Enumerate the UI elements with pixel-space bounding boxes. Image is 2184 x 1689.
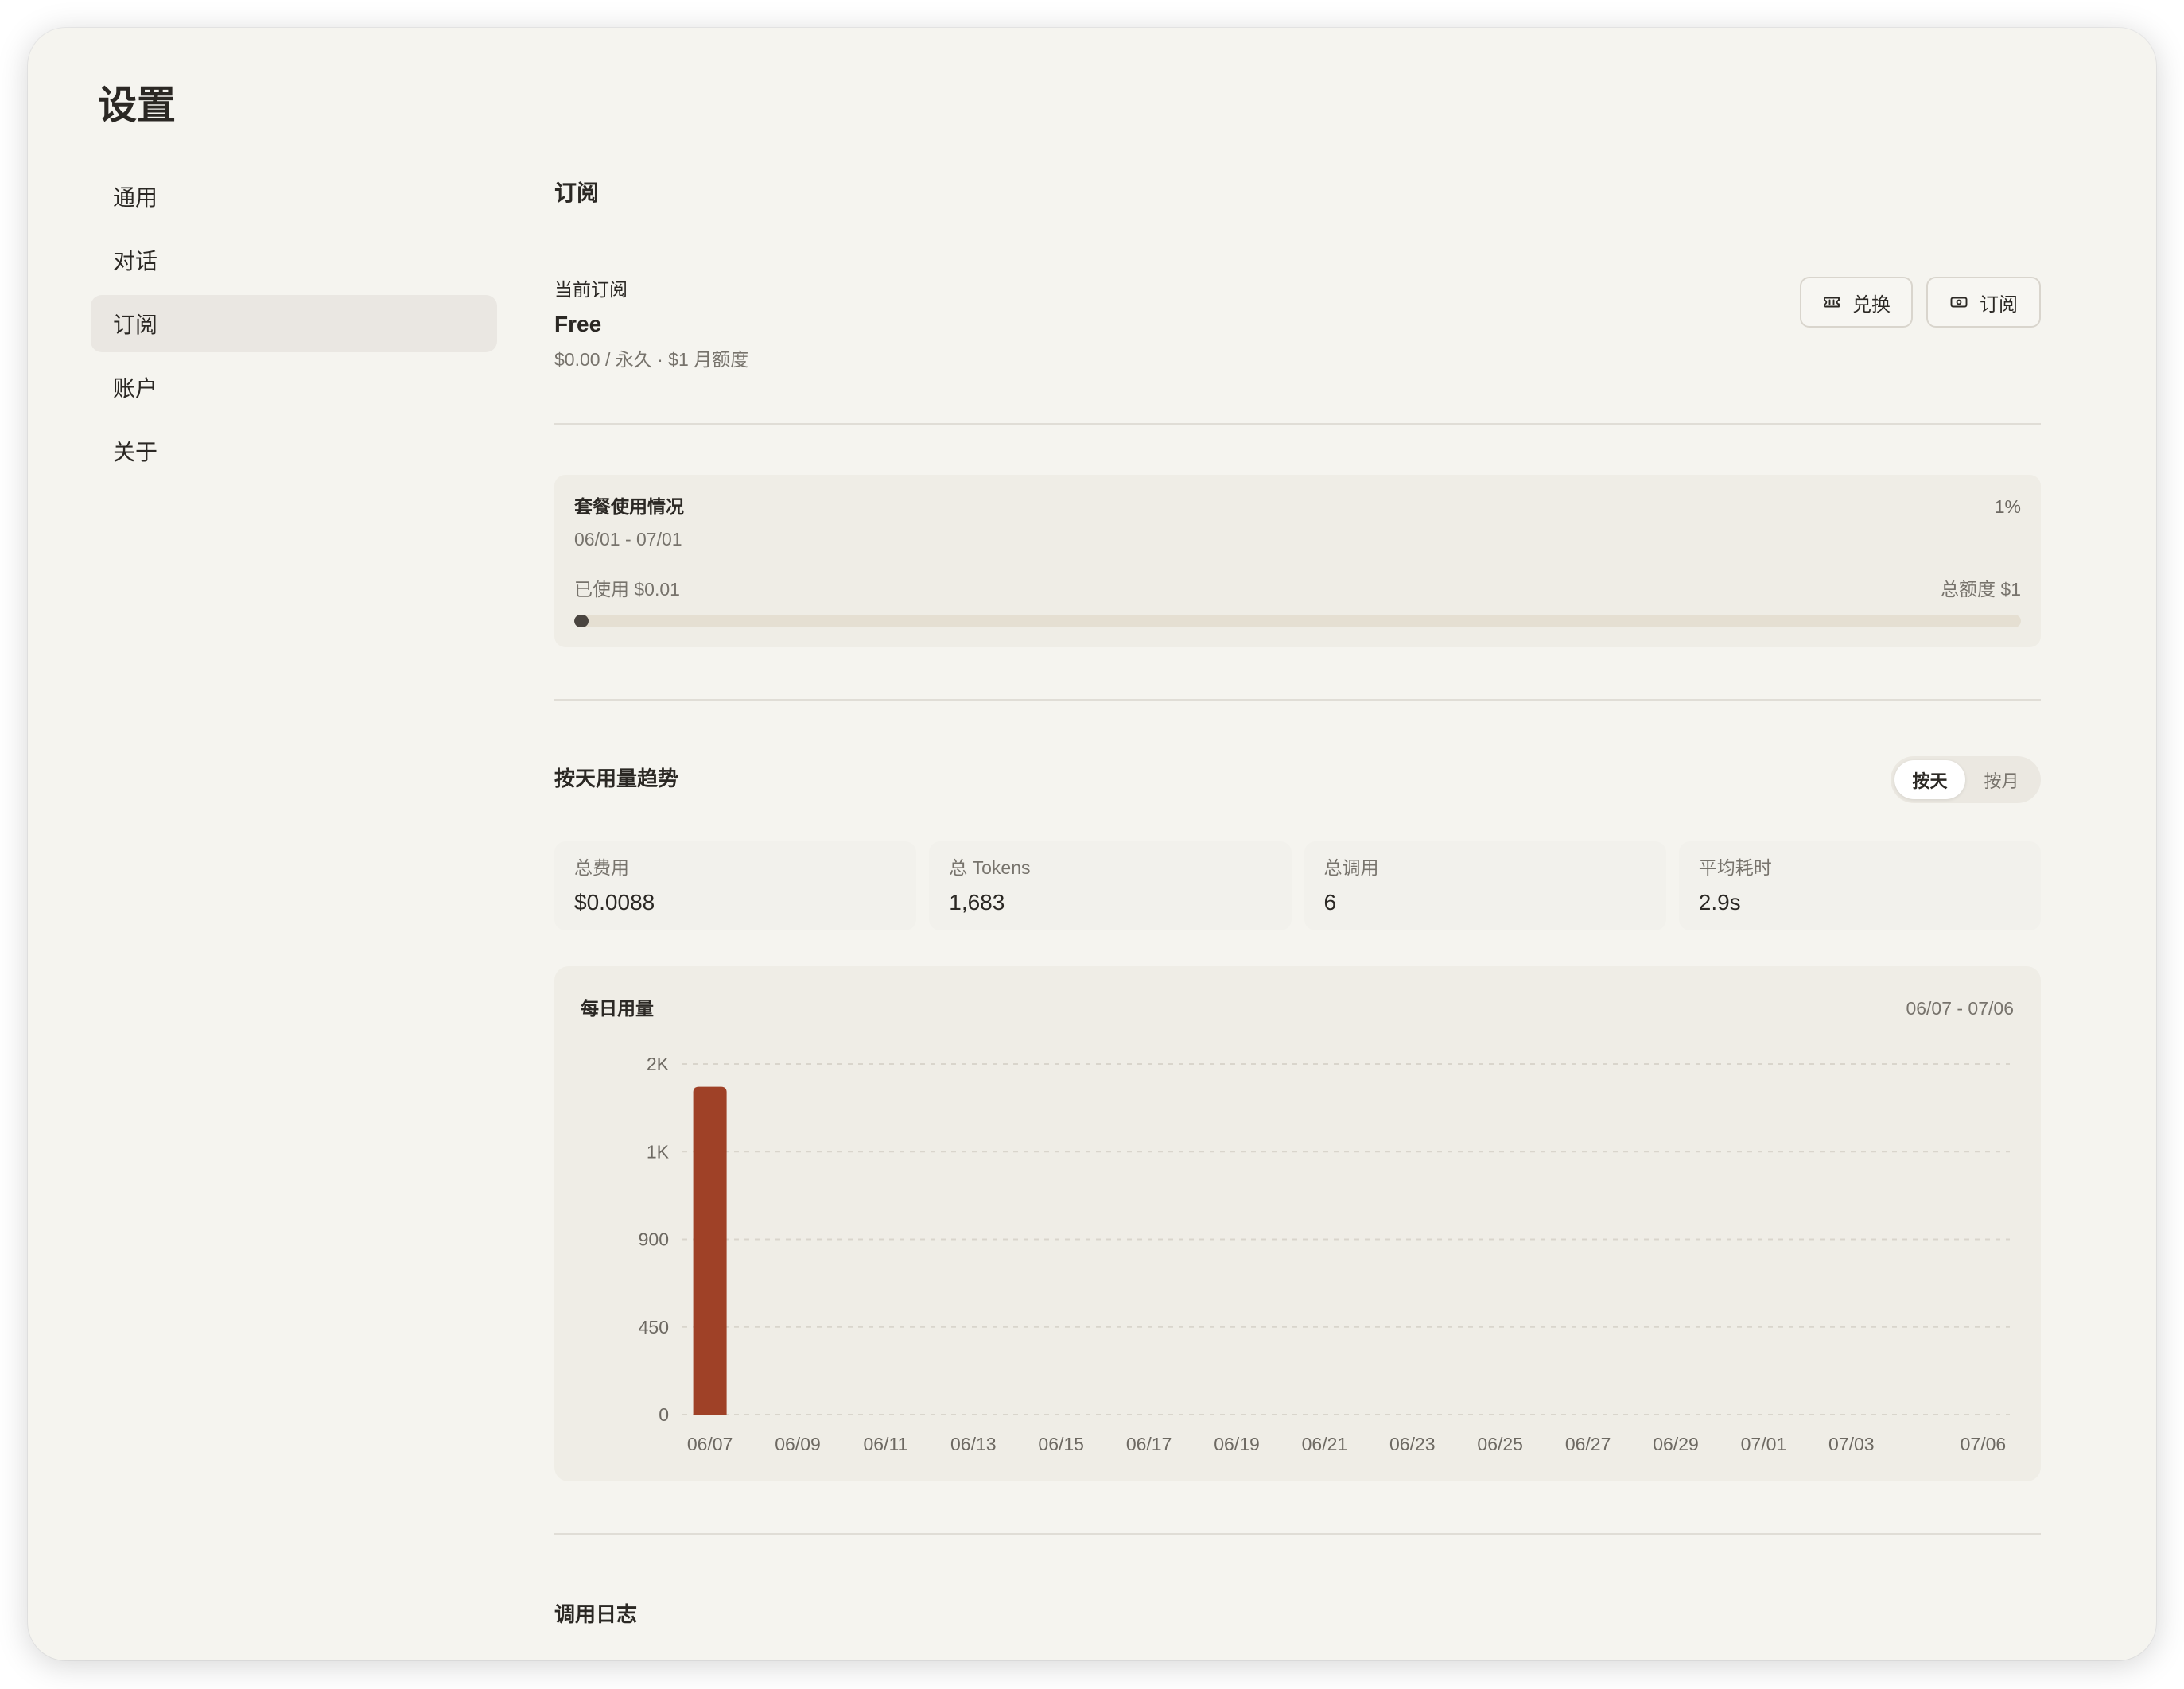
stat-label: 总费用 [574,857,629,878]
usage-quota: 总额度 $1 [1941,579,2021,600]
stat-value: 1,683 [949,890,1005,914]
stat-label: 总 Tokens [949,857,1031,878]
sidebar-item-subscription[interactable]: 订阅 [91,295,497,352]
usage-used: 已使用 $0.01 [574,579,680,600]
y-tick-label: 450 [639,1317,669,1338]
sidebar-item-account[interactable]: 账户 [91,359,497,416]
x-tick-label: 06/13 [950,1434,997,1454]
x-tick-label: 07/01 [1741,1434,1787,1454]
toggle-daily[interactable]: 按天 [1894,760,1965,799]
sidebar-item-label: 账户 [113,376,158,401]
sidebar-item-label: 对话 [113,249,158,274]
settings-window: 设置 通用 对话 订阅 账户 关于 订阅 当前订阅 Free $0.00 / 永… [28,28,2156,1660]
divider [554,699,2041,701]
stat-card-avg-latency: 平均耗时 2.9s [1678,841,2041,930]
sidebar-item-about[interactable]: 关于 [91,422,497,480]
call-log-title: 调用日志 [554,1602,638,1626]
sidebar-item-chat[interactable]: 对话 [91,231,497,289]
stat-value: 6 [1323,890,1337,914]
current-plan-label: 当前订阅 [554,279,628,300]
divider [554,1533,2041,1535]
sidebar-item-label: 关于 [113,440,158,464]
x-tick-label: 06/07 [687,1434,733,1454]
x-tick-label: 06/17 [1126,1434,1172,1454]
x-tick-label: 06/25 [1477,1434,1523,1454]
x-tick-label: 06/09 [775,1434,821,1454]
usage-title: 套餐使用情况 [574,496,684,517]
chart-date-range: 06/07 - 07/06 [1906,998,2014,1019]
stat-card-total-tokens: 总 Tokens 1,683 [929,841,1292,930]
x-tick-label: 06/23 [1389,1434,1436,1454]
subscribe-button-label: 订阅 [1980,293,2018,316]
toggle-monthly[interactable]: 按月 [1966,760,2037,799]
section-title: 订阅 [554,181,600,205]
sidebar: 通用 对话 订阅 账户 关于 [91,168,497,480]
bar [693,1086,727,1415]
sidebar-item-general[interactable]: 通用 [91,168,497,225]
stat-label: 平均耗时 [1698,857,1772,878]
plan-detail: $0.00 / 永久 · $1 月额度 [554,349,749,370]
ticket-icon [1822,293,1841,312]
x-tick-label: 07/06 [1961,1434,2007,1454]
stat-label: 总调用 [1323,857,1379,878]
stat-card-total-cost: 总费用 $0.0088 [554,841,917,930]
chart-title: 每日用量 [581,998,654,1019]
period-toggle: 按天 按月 [1891,756,2041,803]
x-tick-label: 06/19 [1214,1434,1260,1454]
y-tick-label: 900 [639,1229,669,1250]
redeem-button-label: 兑换 [1852,293,1891,316]
x-tick-label: 07/03 [1828,1434,1875,1454]
banknote-icon [1949,293,1968,312]
usage-percent: 1% [1994,496,2021,517]
usage-progress-fill [574,615,589,627]
plan-usage-card: 套餐使用情况 1% 06/01 - 07/01 已使用 $0.01 总额度 $1 [554,475,2041,647]
subscribe-button[interactable]: 订阅 [1926,277,2041,328]
y-tick-label: 0 [659,1404,669,1425]
y-tick-label: 1K [647,1141,670,1162]
x-tick-label: 06/11 [863,1434,907,1454]
page-title: 设置 [98,84,177,127]
stat-value: 2.9s [1698,890,1741,914]
x-tick-label: 06/29 [1653,1434,1699,1454]
main-content: 订阅 当前订阅 Free $0.00 / 永久 · $1 月额度 兑换 订阅 套… [554,28,2041,1660]
stats-row: 总费用 $0.0088 总 Tokens 1,683 总调用 6 平均耗时 2.… [554,841,2041,930]
usage-period: 06/01 - 07/01 [574,529,682,549]
divider [554,423,2041,425]
plan-name: Free [554,312,602,336]
redeem-button[interactable]: 兑换 [1800,277,1913,328]
chart-plot: 0 450 900 1K 2K 06/07 06/09 06/11 06/13 06/15 06/1… [639,1054,2010,1454]
sidebar-item-label: 通用 [113,185,158,210]
usage-progress-bar [574,615,2021,627]
stat-value: $0.0088 [574,890,655,914]
daily-usage-chart: 0 450 900 1K 2K 06/07 06/09 06/11 06/13 06/15 06/1… [554,966,2041,1481]
sidebar-item-label: 订阅 [113,313,158,337]
x-tick-label: 06/15 [1038,1434,1084,1454]
x-tick-label: 06/27 [1565,1434,1611,1454]
stat-card-total-calls: 总调用 6 [1304,841,1666,930]
x-tick-label: 06/21 [1302,1434,1348,1454]
trend-title: 按天用量趋势 [554,767,679,790]
y-tick-label: 2K [647,1054,670,1074]
